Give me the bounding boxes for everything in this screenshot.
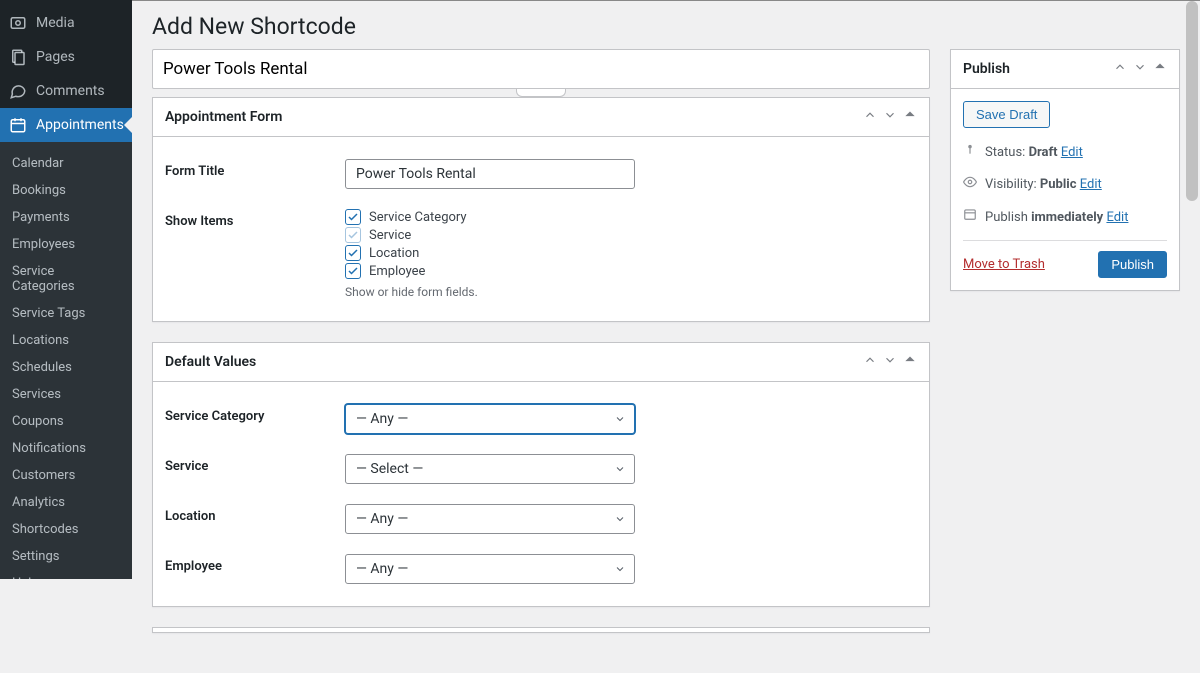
move-down-icon[interactable] bbox=[883, 108, 897, 126]
submenu-bookings[interactable]: Bookings bbox=[0, 177, 132, 204]
submenu-service-tags[interactable]: Service Tags bbox=[0, 300, 132, 327]
checkbox-service-category[interactable] bbox=[345, 209, 361, 225]
move-to-trash-link[interactable]: Move to Trash bbox=[963, 257, 1045, 272]
submenu-calendar[interactable]: Calendar bbox=[0, 150, 132, 177]
pages-icon bbox=[8, 47, 28, 67]
submenu-service-categories[interactable]: Service Categories bbox=[0, 258, 132, 300]
resize-handle[interactable] bbox=[516, 89, 566, 97]
move-up-icon[interactable] bbox=[1113, 60, 1127, 78]
pin-icon bbox=[963, 142, 977, 163]
show-items-hint: Show or hide form fields. bbox=[345, 285, 917, 299]
submenu-coupons[interactable]: Coupons bbox=[0, 408, 132, 435]
toggle-icon[interactable] bbox=[903, 108, 917, 126]
form-title-input[interactable] bbox=[345, 159, 635, 189]
sidebar-item-media[interactable]: Media bbox=[0, 6, 132, 40]
checkbox-label: Service bbox=[369, 228, 411, 243]
sidebar-item-label: Comments bbox=[36, 83, 105, 99]
submenu-employees[interactable]: Employees bbox=[0, 231, 132, 258]
admin-sidebar: Media Pages Comments Appointments Calend… bbox=[0, 0, 132, 579]
edit-visibility-link[interactable]: Edit bbox=[1080, 177, 1102, 192]
page-title: Add New Shortcode bbox=[152, 1, 1180, 49]
save-draft-button[interactable]: Save Draft bbox=[963, 101, 1050, 128]
checkbox-label: Location bbox=[369, 246, 419, 261]
service-select[interactable]: — Select — bbox=[345, 454, 635, 484]
schedule-value: immediately bbox=[1031, 210, 1103, 225]
comments-icon bbox=[8, 81, 28, 101]
panel-heading: Default Values bbox=[165, 354, 256, 370]
sidebar-item-pages[interactable]: Pages bbox=[0, 40, 132, 74]
submenu-analytics[interactable]: Analytics bbox=[0, 489, 132, 516]
edit-schedule-link[interactable]: Edit bbox=[1106, 210, 1128, 225]
panel-heading: Publish bbox=[963, 61, 1010, 77]
move-down-icon[interactable] bbox=[883, 353, 897, 371]
sidebar-item-label: Media bbox=[36, 15, 75, 31]
panel-heading: Appointment Form bbox=[165, 109, 282, 125]
media-icon bbox=[8, 13, 28, 33]
visibility-label: Visibility: bbox=[985, 177, 1037, 192]
shortcode-title-input[interactable] bbox=[152, 49, 930, 89]
employee-label: Employee bbox=[165, 554, 345, 574]
eye-icon bbox=[963, 175, 977, 196]
calendar-icon bbox=[8, 115, 28, 135]
sidebar-item-comments[interactable]: Comments bbox=[0, 74, 132, 108]
checkbox-label: Employee bbox=[369, 264, 425, 279]
sidebar-item-appointments[interactable]: Appointments bbox=[0, 108, 132, 142]
move-down-icon[interactable] bbox=[1133, 60, 1147, 78]
submenu-services[interactable]: Services bbox=[0, 381, 132, 408]
status-label: Status: bbox=[985, 145, 1025, 160]
show-items-label: Show Items bbox=[165, 209, 345, 229]
scrollbar-thumb[interactable] bbox=[1186, 1, 1198, 201]
appointments-submenu: Calendar Bookings Payments Employees Ser… bbox=[0, 142, 132, 579]
publish-panel: Publish Save Draft bbox=[950, 49, 1180, 291]
publish-button[interactable]: Publish bbox=[1098, 251, 1167, 278]
submenu-shortcodes[interactable]: Shortcodes bbox=[0, 516, 132, 543]
submenu-schedules[interactable]: Schedules bbox=[0, 354, 132, 381]
submenu-settings[interactable]: Settings bbox=[0, 543, 132, 570]
toggle-icon[interactable] bbox=[903, 353, 917, 371]
submenu-help[interactable]: Help bbox=[0, 570, 132, 579]
sidebar-item-posts-partial[interactable] bbox=[0, 0, 132, 6]
submenu-notifications[interactable]: Notifications bbox=[0, 435, 132, 462]
sidebar-item-label: Pages bbox=[36, 49, 75, 65]
checkbox-service[interactable] bbox=[345, 227, 361, 243]
sidebar-item-label: Appointments bbox=[36, 117, 124, 133]
move-up-icon[interactable] bbox=[863, 108, 877, 126]
location-label: Location bbox=[165, 504, 345, 524]
checkbox-employee[interactable] bbox=[345, 263, 361, 279]
submenu-customers[interactable]: Customers bbox=[0, 462, 132, 489]
next-panel-partial bbox=[152, 627, 930, 633]
move-up-icon[interactable] bbox=[863, 353, 877, 371]
submenu-locations[interactable]: Locations bbox=[0, 327, 132, 354]
form-title-label: Form Title bbox=[165, 159, 345, 179]
checkbox-label: Service Category bbox=[369, 210, 467, 225]
toggle-icon[interactable] bbox=[1153, 60, 1167, 78]
service-category-label: Service Category bbox=[165, 404, 345, 424]
submenu-payments[interactable]: Payments bbox=[0, 204, 132, 231]
location-select[interactable]: — Any — bbox=[345, 504, 635, 534]
service-category-select[interactable]: — Any — bbox=[345, 404, 635, 434]
employee-select[interactable]: — Any — bbox=[345, 554, 635, 584]
schedule-label: Publish bbox=[985, 210, 1028, 225]
edit-status-link[interactable]: Edit bbox=[1061, 145, 1083, 160]
status-value: Draft bbox=[1029, 145, 1058, 160]
default-values-panel: Default Values Service Category bbox=[152, 342, 930, 607]
checkbox-location[interactable] bbox=[345, 245, 361, 261]
service-label: Service bbox=[165, 454, 345, 474]
visibility-value: Public bbox=[1040, 177, 1077, 192]
scrollbar[interactable] bbox=[1184, 1, 1200, 579]
calendar-icon bbox=[963, 207, 977, 228]
appointment-form-panel: Appointment Form Form Title bbox=[152, 97, 930, 322]
